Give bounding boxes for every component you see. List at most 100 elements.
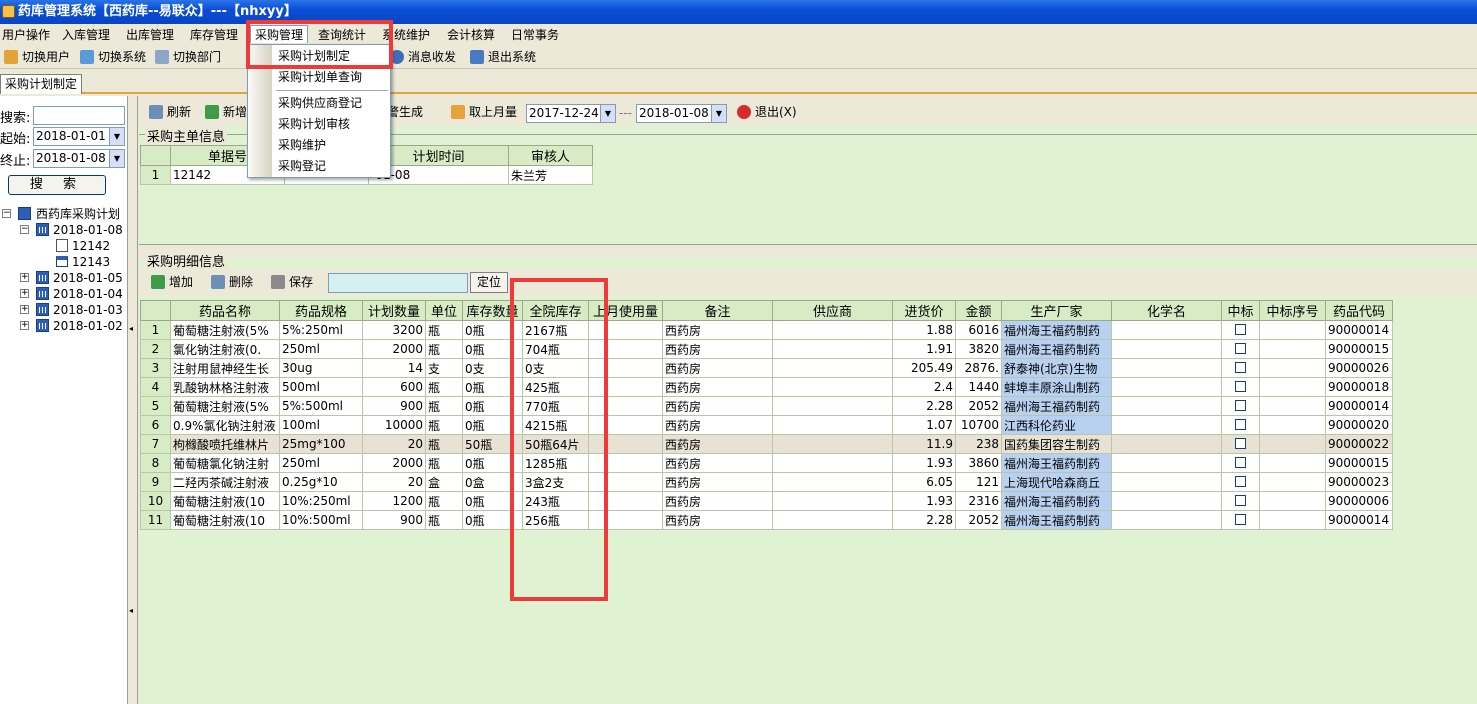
table-cell[interactable] bbox=[1111, 453, 1222, 473]
table-row[interactable]: 11 葡萄糖注射液(10 10%:500ml 900 瓶 0瓶 256瓶 西药房 2.28 205… bbox=[140, 510, 1393, 530]
menu-outbound[interactable]: 出库管理 bbox=[122, 26, 178, 44]
table-cell[interactable]: 14 bbox=[362, 358, 426, 378]
table-cell[interactable] bbox=[1259, 320, 1326, 340]
table-cell[interactable] bbox=[1259, 377, 1326, 397]
bid-checkbox[interactable] bbox=[1235, 381, 1246, 392]
table-cell[interactable]: 2000 bbox=[362, 453, 426, 473]
collapse-icon[interactable]: − bbox=[20, 225, 29, 234]
menu-item-plan-audit[interactable]: 采购计划审核 bbox=[278, 114, 350, 134]
table-cell[interactable]: 900 bbox=[362, 510, 426, 530]
table-row[interactable]: 4 乳酸钠林格注射液 500ml 600 瓶 0瓶 425瓶 西药房 2.4 1440 蚌埠丰原涂山… bbox=[140, 377, 1393, 397]
delete-row-button[interactable]: 删除 bbox=[209, 273, 253, 291]
table-cell[interactable]: 10%:250ml bbox=[279, 491, 363, 511]
table-cell[interactable]: 西药房 bbox=[662, 415, 773, 435]
expand-icon[interactable]: + bbox=[20, 305, 29, 314]
table-cell[interactable] bbox=[1111, 491, 1222, 511]
table-cell[interactable]: 西药房 bbox=[662, 510, 773, 530]
bid-checkbox[interactable] bbox=[1235, 343, 1246, 354]
menu-inbound[interactable]: 入库管理 bbox=[58, 26, 114, 44]
table-cell[interactable]: 二羟丙茶碱注射液 bbox=[170, 472, 280, 492]
table-cell[interactable]: 11.9 bbox=[892, 434, 956, 454]
table-cell[interactable]: 瓶 bbox=[425, 377, 463, 397]
table-cell[interactable] bbox=[1221, 377, 1260, 397]
table-cell[interactable]: 葡萄糖氯化钠注射 bbox=[170, 453, 280, 473]
master-header-auditor[interactable]: 审核人 bbox=[508, 145, 593, 166]
table-cell[interactable] bbox=[1259, 339, 1326, 359]
collapse-arrow-icon[interactable]: ◂ bbox=[129, 324, 133, 333]
table-cell[interactable]: 238 bbox=[955, 434, 1002, 454]
bid-checkbox[interactable] bbox=[1235, 457, 1246, 468]
collapse-icon[interactable]: − bbox=[2, 209, 11, 218]
table-cell[interactable]: 90000014 bbox=[1325, 510, 1393, 530]
table-cell[interactable]: 90000015 bbox=[1325, 453, 1393, 473]
table-cell[interactable]: 葡萄糖注射液(5% bbox=[170, 396, 280, 416]
table-cell[interactable]: 2052 bbox=[955, 510, 1002, 530]
table-cell[interactable]: 福州海王福药制药 bbox=[1001, 510, 1112, 530]
table-cell[interactable] bbox=[1221, 415, 1260, 435]
table-row[interactable]: 2 氯化钠注射液(0. 250ml 2000 瓶 0瓶 704瓶 西药房 1.91 3820 福州海… bbox=[140, 339, 1393, 359]
table-cell[interactable]: 1.91 bbox=[892, 339, 956, 359]
table-cell[interactable]: 205.49 bbox=[892, 358, 956, 378]
table-cell[interactable] bbox=[1111, 377, 1222, 397]
table-cell[interactable] bbox=[1111, 415, 1222, 435]
table-cell[interactable]: 福州海王福药制药 bbox=[1001, 396, 1112, 416]
table-cell[interactable]: 90000023 bbox=[1325, 472, 1393, 492]
table-cell[interactable] bbox=[772, 491, 893, 511]
table-cell[interactable] bbox=[1111, 396, 1222, 416]
col-amount[interactable]: 金额 bbox=[955, 300, 1002, 321]
menu-accounting[interactable]: 会计核算 bbox=[443, 26, 499, 44]
expand-icon[interactable]: + bbox=[20, 289, 29, 298]
save-button[interactable]: 保存 bbox=[269, 273, 313, 291]
table-cell[interactable] bbox=[1221, 491, 1260, 511]
table-cell[interactable]: 1440 bbox=[955, 377, 1002, 397]
table-cell[interactable]: 西药房 bbox=[662, 472, 773, 492]
table-cell[interactable]: 福州海王福药制药 bbox=[1001, 320, 1112, 340]
table-cell[interactable] bbox=[1259, 415, 1326, 435]
table-cell[interactable]: 2052 bbox=[955, 396, 1002, 416]
table-cell[interactable] bbox=[1221, 472, 1260, 492]
table-cell[interactable]: 600 bbox=[362, 377, 426, 397]
table-cell[interactable]: 10%:500ml bbox=[279, 510, 363, 530]
table-cell[interactable]: 瓶 bbox=[425, 434, 463, 454]
table-cell[interactable]: 90000020 bbox=[1325, 415, 1393, 435]
table-cell[interactable] bbox=[1259, 434, 1326, 454]
table-cell[interactable] bbox=[772, 510, 893, 530]
table-cell[interactable]: 福州海王福药制药 bbox=[1001, 491, 1112, 511]
chevron-down-icon[interactable]: ▼ bbox=[109, 128, 124, 145]
expand-icon[interactable]: + bbox=[20, 273, 29, 282]
table-cell[interactable]: 90000014 bbox=[1325, 320, 1393, 340]
table-cell[interactable]: 2.28 bbox=[892, 510, 956, 530]
panel-splitter[interactable]: ◂ ◂ bbox=[128, 96, 138, 704]
menu-user-ops[interactable]: 用户操作 bbox=[0, 26, 54, 44]
table-cell[interactable]: 西药房 bbox=[662, 339, 773, 359]
table-cell[interactable]: 5%:250ml bbox=[279, 320, 363, 340]
table-row[interactable]: 1 葡萄糖注射液(5% 5%:250ml 3200 瓶 0瓶 2167瓶 西药房 1.88 601… bbox=[140, 320, 1393, 340]
table-cell[interactable]: 葡萄糖注射液(10 bbox=[170, 491, 280, 511]
table-cell[interactable]: 500ml bbox=[279, 377, 363, 397]
table-cell[interactable]: 2.28 bbox=[892, 396, 956, 416]
tree-leaf-doc[interactable]: 12143 bbox=[56, 254, 110, 270]
col-bid[interactable]: 中标 bbox=[1221, 300, 1260, 321]
table-cell[interactable]: 1.93 bbox=[892, 453, 956, 473]
table-cell[interactable] bbox=[772, 320, 893, 340]
table-cell[interactable] bbox=[1111, 320, 1222, 340]
table-cell[interactable]: 国药集团容生制药 bbox=[1001, 434, 1112, 454]
table-cell[interactable]: 福州海王福药制药 bbox=[1001, 339, 1112, 359]
table-cell[interactable]: 瓶 bbox=[425, 320, 463, 340]
table-cell[interactable] bbox=[1259, 453, 1326, 473]
tree-leaf-doc[interactable]: 12142 bbox=[56, 238, 110, 254]
table-cell[interactable]: 2.4 bbox=[892, 377, 956, 397]
table-cell[interactable]: 盒 bbox=[425, 472, 463, 492]
message-button[interactable]: 消息收发 bbox=[388, 48, 456, 66]
switch-user-button[interactable]: 切换用户 bbox=[2, 48, 70, 66]
bid-checkbox[interactable] bbox=[1235, 400, 1246, 411]
table-cell[interactable]: 5%:500ml bbox=[279, 396, 363, 416]
table-cell[interactable] bbox=[1111, 434, 1222, 454]
table-cell[interactable] bbox=[1221, 320, 1260, 340]
table-cell[interactable]: 注射用鼠神经生长 bbox=[170, 358, 280, 378]
menu-item-register[interactable]: 采购登记 bbox=[278, 156, 326, 176]
table-cell[interactable]: 西药房 bbox=[662, 434, 773, 454]
table-cell[interactable]: 瓶 bbox=[425, 339, 463, 359]
table-cell[interactable]: 3820 bbox=[955, 339, 1002, 359]
table-cell[interactable]: 30ug bbox=[279, 358, 363, 378]
